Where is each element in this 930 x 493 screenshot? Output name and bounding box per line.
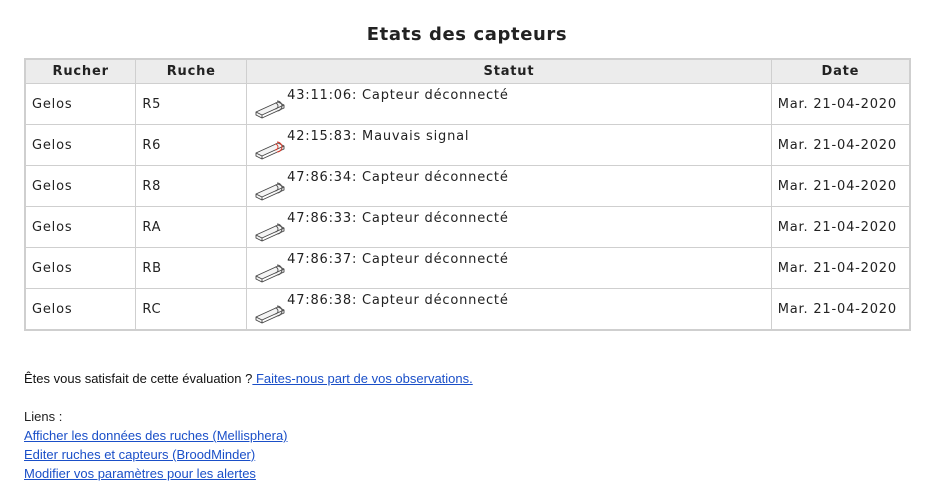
column-header-rucher: Rucher <box>24 58 137 84</box>
cell-rucher: Gelos <box>24 288 137 331</box>
sensor-status-table: Rucher Ruche Statut Date Gelos R5 43:11:06… <box>24 58 911 331</box>
status-text: 47:86:38: Capteur déconnecté <box>287 293 509 308</box>
column-header-date: Date <box>770 58 911 84</box>
links-label: Liens : <box>24 409 63 424</box>
status-text: 47:86:33: Capteur déconnecté <box>287 211 509 226</box>
cell-date: Mar. 21-04-2020 <box>770 83 911 125</box>
table-header-row: Rucher Ruche Statut Date <box>24 58 911 84</box>
page-title: Etats des capteurs <box>366 24 568 45</box>
feedback-link[interactable]: Faites-nous part de vos observations. <box>252 371 473 386</box>
cell-ruche: RB <box>135 247 248 289</box>
cell-ruche: R6 <box>135 124 248 166</box>
cell-rucher: Gelos <box>24 83 137 125</box>
cell-date: Mar. 21-04-2020 <box>770 288 911 331</box>
cell-rucher: Gelos <box>24 124 137 166</box>
cell-statut: 42:15:83: Mauvais signal <box>246 124 772 166</box>
cell-date: Mar. 21-04-2020 <box>770 247 911 289</box>
status-text: 42:15:83: Mauvais signal <box>287 129 470 144</box>
cell-date: Mar. 21-04-2020 <box>770 206 911 248</box>
table-row: Gelos RC 47:86:38: Capteur déconnecté Mar. … <box>24 288 911 331</box>
cell-statut: 43:11:06: Capteur déconnecté <box>246 83 772 125</box>
cell-statut: 47:86:34: Capteur déconnecté <box>246 165 772 207</box>
cell-ruche: R8 <box>135 165 248 207</box>
cell-rucher: Gelos <box>24 247 137 289</box>
status-text: 43:11:06: Capteur déconnecté <box>287 88 509 103</box>
link-editer-ruches[interactable]: Editer ruches et capteurs (BroodMinder) <box>24 447 255 462</box>
table-row: Gelos R8 47:86:34: Capteur déconnecté Mar. … <box>24 165 911 207</box>
feedback-question: Êtes vous satisfait de cette évaluation … <box>24 371 253 386</box>
link-modifier-parametres[interactable]: Modifier vos paramètres pour les alertes <box>24 466 256 481</box>
cell-statut: 47:86:37: Capteur déconnecté <box>246 247 772 289</box>
feedback-line: Êtes vous satisfait de cette évaluation … <box>24 371 473 386</box>
cell-statut: 47:86:38: Capteur déconnecté <box>246 288 772 331</box>
table-row: Gelos R5 43:11:06: Capteur déconnecté Mar. … <box>24 83 911 125</box>
column-header-statut: Statut <box>246 58 772 84</box>
cell-rucher: Gelos <box>24 165 137 207</box>
link-afficher-donnees[interactable]: Afficher les données des ruches (Mellisp… <box>24 428 288 443</box>
table-row: Gelos RA 47:86:33: Capteur déconnecté Mar. … <box>24 206 911 248</box>
table-row: Gelos R6 42:15:83: Mauvais signal Mar. 21-0… <box>24 124 911 166</box>
cell-statut: 47:86:33: Capteur déconnecté <box>246 206 772 248</box>
status-text: 47:86:34: Capteur déconnecté <box>287 170 509 185</box>
status-text: 47:86:37: Capteur déconnecté <box>287 252 509 267</box>
cell-rucher: Gelos <box>24 206 137 248</box>
cell-ruche: RC <box>135 288 248 331</box>
column-header-ruche: Ruche <box>135 58 248 84</box>
table-row: Gelos RB 47:86:37: Capteur déconnecté Mar. … <box>24 247 911 289</box>
cell-ruche: R5 <box>135 83 248 125</box>
cell-ruche: RA <box>135 206 248 248</box>
cell-date: Mar. 21-04-2020 <box>770 124 911 166</box>
cell-date: Mar. 21-04-2020 <box>770 165 911 207</box>
